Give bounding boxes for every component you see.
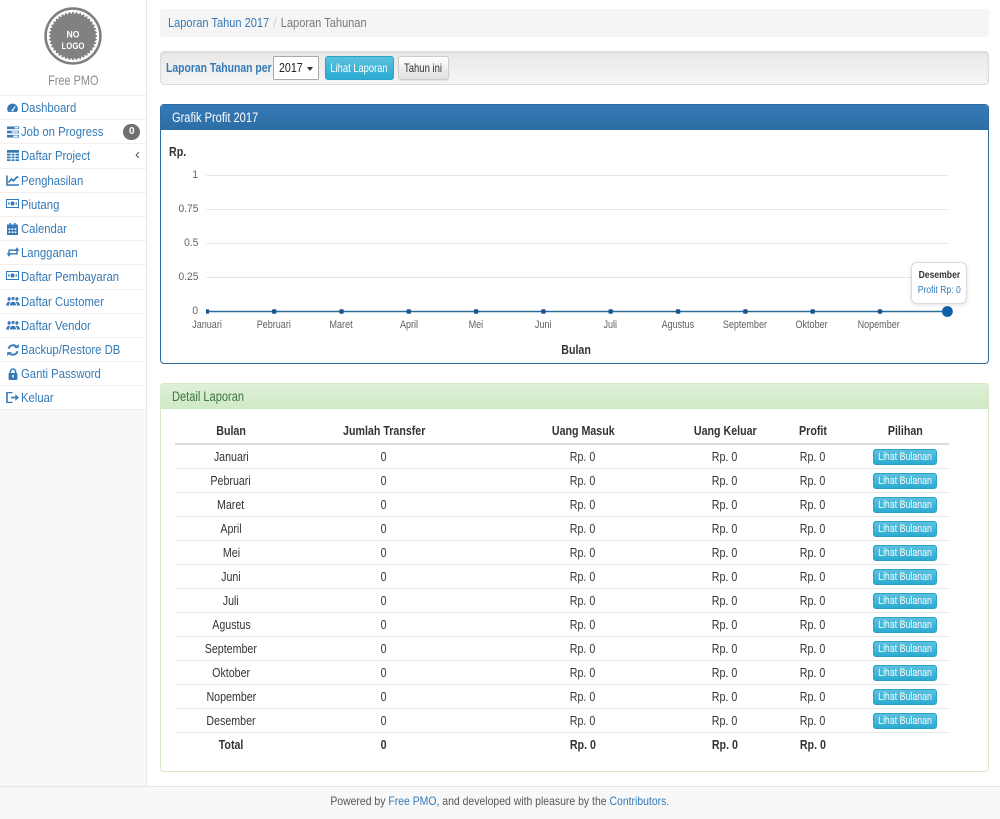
svg-text:NO: NO (67, 29, 80, 39)
svg-text:LOGO: LOGO (62, 41, 85, 51)
